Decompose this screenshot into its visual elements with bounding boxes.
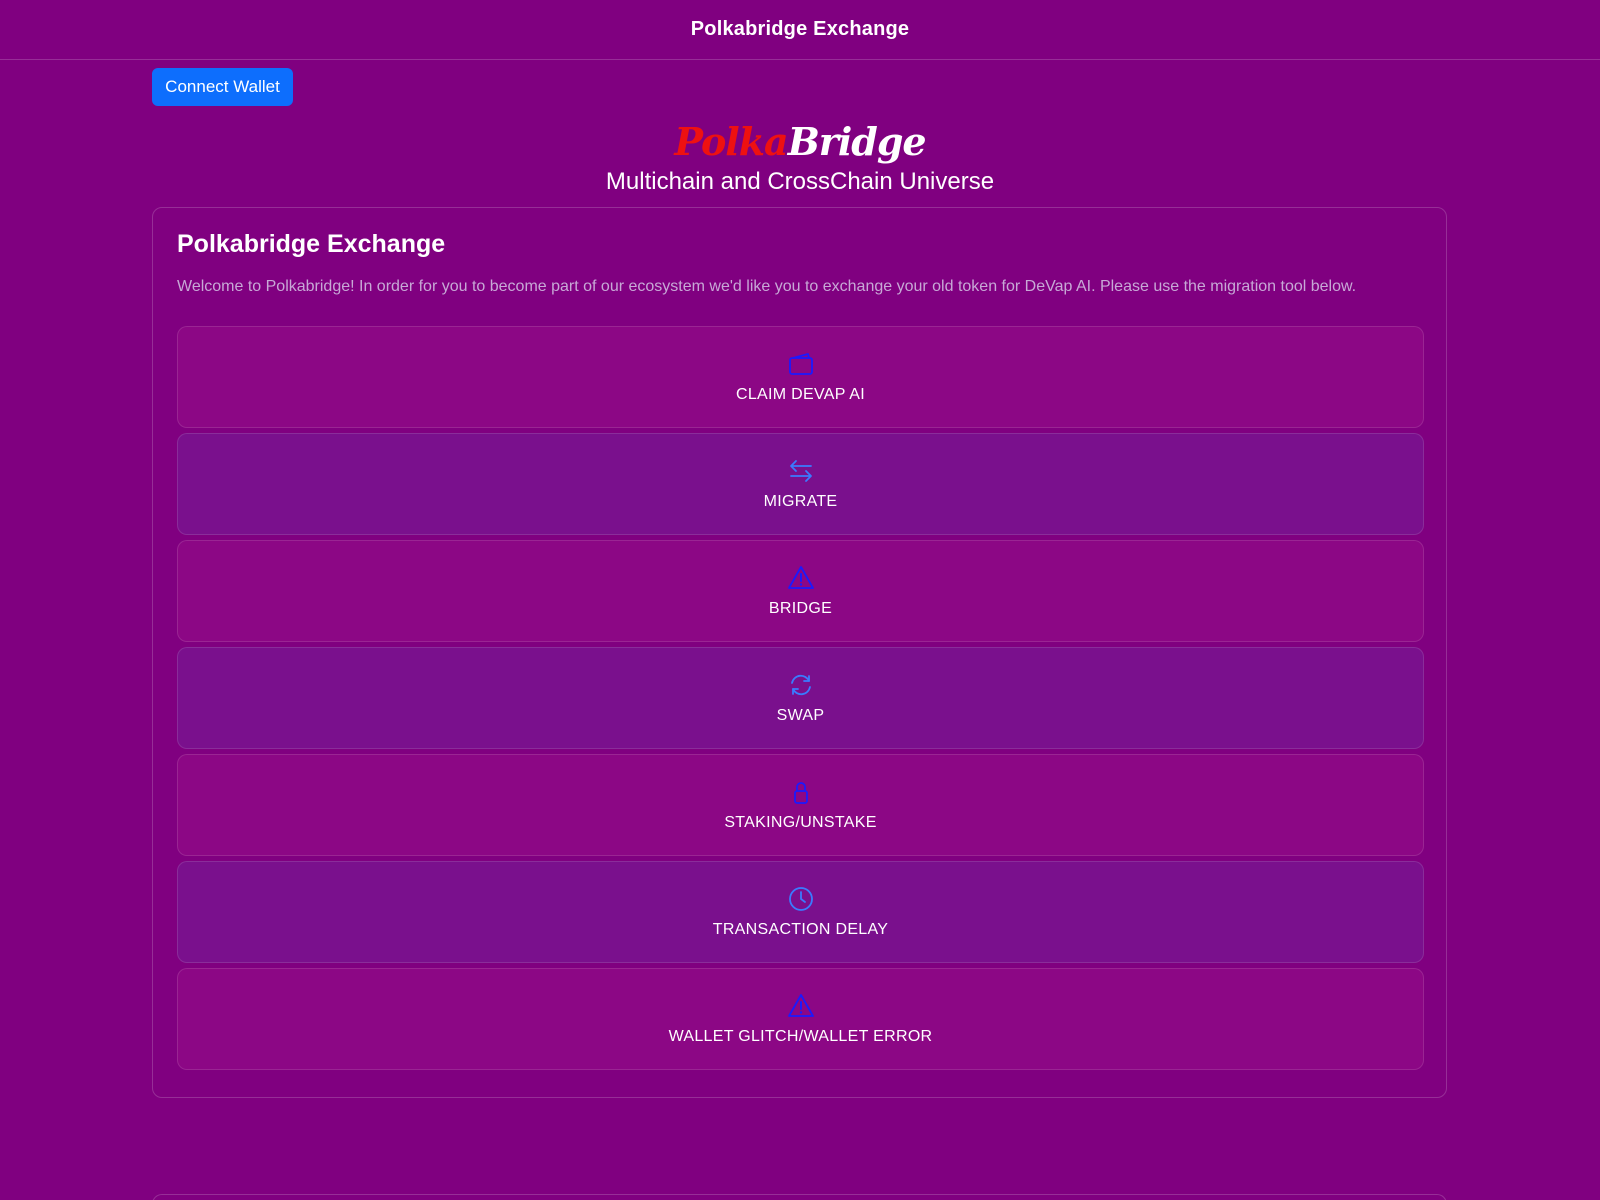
card-description: Welcome to Polkabridge! In order for you… [177,278,1357,295]
wallet-icon [788,353,813,375]
logo-text-polka: Polka [674,119,788,164]
logo-text-bridge: Bridge [787,119,927,164]
warning-icon [787,566,814,589]
option-label: SWAP [776,707,825,724]
option-label: MIGRATE [763,493,838,510]
option-label: WALLET GLITCH/WALLET ERROR [668,1028,933,1045]
option-wallet-glitch-error[interactable]: WALLET GLITCH/WALLET ERROR [177,968,1424,1070]
refresh-icon [790,674,811,696]
option-claim-devap-ai[interactable]: CLAIM DEVAP AI [177,326,1424,428]
card-title: Polkabridge Exchange [177,230,446,258]
option-label: TRANSACTION DELAY [712,921,889,938]
options-list: CLAIM DEVAP AI MIGRATE BRIDGE SWAP STAKI… [177,326,1424,1075]
option-transaction-delay[interactable]: TRANSACTION DELAY [177,861,1424,963]
option-bridge[interactable]: BRIDGE [177,540,1424,642]
polkabridge-logo: PolkaBridge [0,118,1600,166]
option-migrate[interactable]: MIGRATE [177,433,1424,535]
exchange-card: Polkabridge Exchange Welcome to Polkabri… [152,207,1447,1098]
warning-icon [787,994,814,1017]
option-swap[interactable]: SWAP [177,647,1424,749]
option-staking-unstake[interactable]: STAKING/UNSTAKE [177,754,1424,856]
arrows-exchange-icon [789,460,812,482]
navbar-title: Polkabridge Exchange [690,18,910,40]
clock-icon [788,887,813,911]
option-label: BRIDGE [768,600,833,617]
tagline: Multichain and CrossChain Universe [605,168,995,195]
option-label: STAKING/UNSTAKE [724,814,877,831]
next-card-edge [152,1194,1447,1200]
connect-wallet-button[interactable]: Connect Wallet [152,68,293,106]
option-label: CLAIM DEVAP AI [736,386,865,403]
lock-icon [793,782,808,804]
top-navbar: Polkabridge Exchange [0,0,1600,60]
